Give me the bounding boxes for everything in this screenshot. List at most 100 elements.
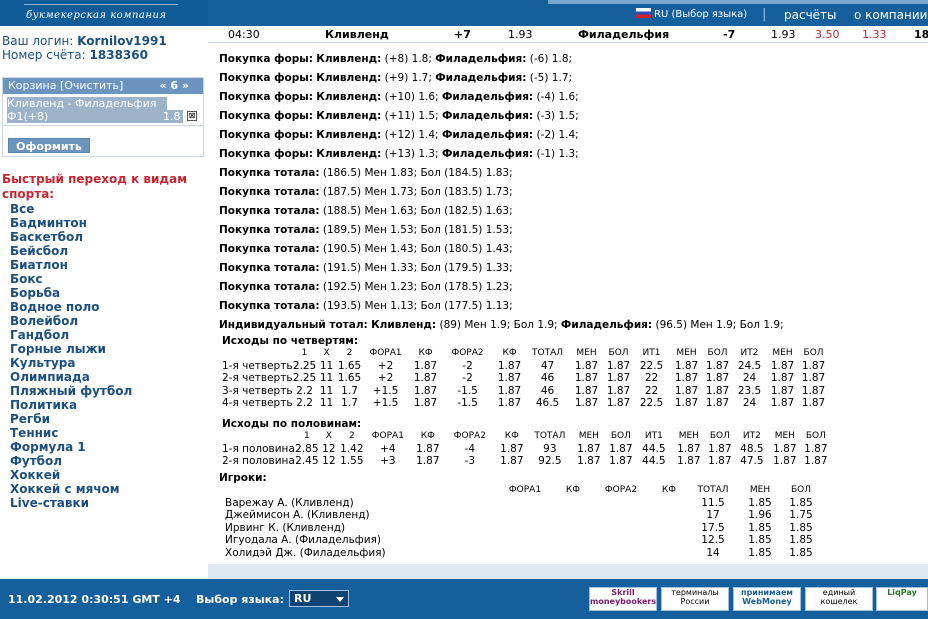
match-odd1[interactable]: 1.93: [508, 28, 533, 41]
odds-cell[interactable]: 1.87: [493, 385, 527, 398]
odds-cell[interactable]: 1.87: [571, 455, 607, 468]
sport-link[interactable]: Регби: [10, 412, 132, 426]
bet-line[interactable]: Покупка тотала: (193.5) Мен 1.13; Бол (1…: [219, 297, 784, 316]
odds-cell[interactable]: 1.75: [781, 509, 821, 522]
odds-cell[interactable]: [591, 522, 651, 535]
sport-link[interactable]: Баскетбол: [10, 230, 132, 244]
odds-cell[interactable]: 1.85: [739, 522, 781, 535]
odds-cell[interactable]: -4: [445, 443, 495, 456]
odds-cell[interactable]: 1.87: [607, 443, 635, 456]
odds-cell[interactable]: 2.25: [293, 372, 317, 385]
bet-line[interactable]: Покупка тотала: (190.5) Мен 1.43; Бол (1…: [219, 240, 784, 259]
bet-line[interactable]: Покупка форы: Кливленд: (+8) 1.8; Филаде…: [219, 50, 784, 69]
payment-liqpay[interactable]: LiqPay: [876, 587, 928, 611]
odds-cell[interactable]: 1.87: [605, 397, 633, 410]
odds-cell[interactable]: [495, 497, 555, 510]
odds-cell[interactable]: [555, 522, 591, 535]
odds-cell[interactable]: 1.87: [495, 443, 529, 456]
odds-cell[interactable]: 1.87: [767, 360, 799, 373]
odds-cell[interactable]: [651, 534, 687, 547]
bet-line[interactable]: Покупка тотала: (186.5) Мен 1.83; Бол (1…: [219, 164, 784, 183]
odds-cell[interactable]: 12: [319, 443, 339, 456]
bet-line[interactable]: Покупка форы: Кливленд: (+10) 1.6; Филад…: [219, 88, 784, 107]
odds-cell[interactable]: [591, 497, 651, 510]
odds-cell[interactable]: 22: [633, 372, 671, 385]
odds-cell[interactable]: 1.87: [411, 443, 445, 456]
odds-cell[interactable]: [495, 534, 555, 547]
odds-cell[interactable]: 1.87: [703, 360, 733, 373]
odds-cell[interactable]: [651, 497, 687, 510]
language-switch[interactable]: RU (Выбор языка): [636, 8, 747, 20]
odds-cell[interactable]: 1.87: [569, 360, 605, 373]
odds-cell[interactable]: 1.7: [337, 397, 363, 410]
odds-cell[interactable]: [591, 509, 651, 522]
bet-line[interactable]: Покупка тотала: (188.5) Мен 1.63; Бол (1…: [219, 202, 784, 221]
odds-cell[interactable]: [651, 547, 687, 560]
sport-link[interactable]: Бокс: [10, 272, 132, 286]
match-odd2[interactable]: 1.93: [771, 28, 796, 41]
odds-cell[interactable]: 93: [529, 443, 571, 456]
bet-line[interactable]: Покупка форы: Кливленд: (+13) 1.3; Филад…: [219, 145, 784, 164]
odds-cell[interactable]: 1.42: [339, 443, 365, 456]
payment-single-wallet[interactable]: единый кошелек: [805, 587, 873, 611]
remove-item-icon[interactable]: ⊠: [187, 111, 197, 121]
odds-cell[interactable]: 24.5: [733, 360, 767, 373]
odds-cell[interactable]: 1.87: [767, 397, 799, 410]
odds-cell[interactable]: 1.55: [339, 455, 365, 468]
odds-cell[interactable]: 1.7: [337, 385, 363, 398]
odds-cell[interactable]: 1.87: [493, 360, 527, 373]
odds-cell[interactable]: 1.87: [799, 360, 829, 373]
odds-cell[interactable]: 1.87: [411, 455, 445, 468]
nav-link-results[interactable]: расчёты: [784, 8, 837, 22]
odds-cell[interactable]: [651, 522, 687, 535]
sport-link[interactable]: Бейсбол: [10, 244, 132, 258]
odds-cell[interactable]: +1.5: [363, 397, 409, 410]
odds-cell[interactable]: 11: [317, 385, 337, 398]
odds-cell[interactable]: 1.87: [799, 397, 829, 410]
odds-cell[interactable]: 1.87: [569, 385, 605, 398]
match-odd-c1[interactable]: 3.50: [815, 28, 840, 41]
odds-cell[interactable]: 1.87: [671, 360, 703, 373]
odds-cell[interactable]: [591, 547, 651, 560]
company-logo[interactable]: букмекерская компания: [0, 0, 208, 26]
odds-cell[interactable]: [495, 522, 555, 535]
match-hcp1[interactable]: +7: [454, 28, 471, 41]
sport-link[interactable]: Волейбол: [10, 314, 132, 328]
odds-cell[interactable]: 46: [527, 372, 569, 385]
match-hcp2[interactable]: -7: [723, 28, 735, 41]
odds-cell[interactable]: 1.87: [569, 372, 605, 385]
odds-cell[interactable]: 1.87: [769, 443, 801, 456]
odds-cell[interactable]: 11: [317, 397, 337, 410]
payment-terminals[interactable]: терминалы России: [661, 587, 729, 611]
odds-cell[interactable]: 14: [687, 547, 739, 560]
odds-cell[interactable]: 1.87: [673, 443, 705, 456]
odds-cell[interactable]: +4: [365, 443, 411, 456]
odds-cell[interactable]: 1.65: [337, 372, 363, 385]
odds-cell[interactable]: 1.85: [781, 547, 821, 560]
odds-cell[interactable]: 47.5: [735, 455, 769, 468]
sport-link[interactable]: Гандбол: [10, 328, 132, 342]
match-odd-c2[interactable]: 1.33: [862, 28, 887, 41]
odds-cell[interactable]: 1.87: [607, 455, 635, 468]
odds-cell[interactable]: 17.5: [687, 522, 739, 535]
odds-cell[interactable]: 1.87: [409, 385, 443, 398]
odds-cell[interactable]: -2: [443, 360, 493, 373]
odds-cell[interactable]: 23.5: [733, 385, 767, 398]
odds-cell[interactable]: 1.87: [703, 385, 733, 398]
odds-cell[interactable]: -1.5: [443, 397, 493, 410]
bet-line[interactable]: Покупка форы: Кливленд: (+12) 1.4; Филад…: [219, 126, 784, 145]
sport-link[interactable]: Водное поло: [10, 300, 132, 314]
odds-cell[interactable]: 1.85: [739, 547, 781, 560]
bet-line[interactable]: Покупка тотала: (192.5) Мен 1.23; Бол (1…: [219, 278, 784, 297]
sport-link[interactable]: Олимпиада: [10, 370, 132, 384]
sport-link[interactable]: Пляжный футбол: [10, 384, 132, 398]
nav-link-about[interactable]: о компании: [854, 8, 927, 22]
odds-cell[interactable]: 1.87: [571, 443, 607, 456]
odds-cell[interactable]: +2: [363, 372, 409, 385]
odds-cell[interactable]: [651, 509, 687, 522]
odds-cell[interactable]: +3: [365, 455, 411, 468]
odds-cell[interactable]: 44.5: [635, 443, 673, 456]
bet-line[interactable]: Покупка форы: Кливленд: (+11) 1.5; Филад…: [219, 107, 784, 126]
bet-line[interactable]: Покупка тотала: (191.5) Мен 1.33; Бол (1…: [219, 259, 784, 278]
odds-cell[interactable]: +2: [363, 360, 409, 373]
